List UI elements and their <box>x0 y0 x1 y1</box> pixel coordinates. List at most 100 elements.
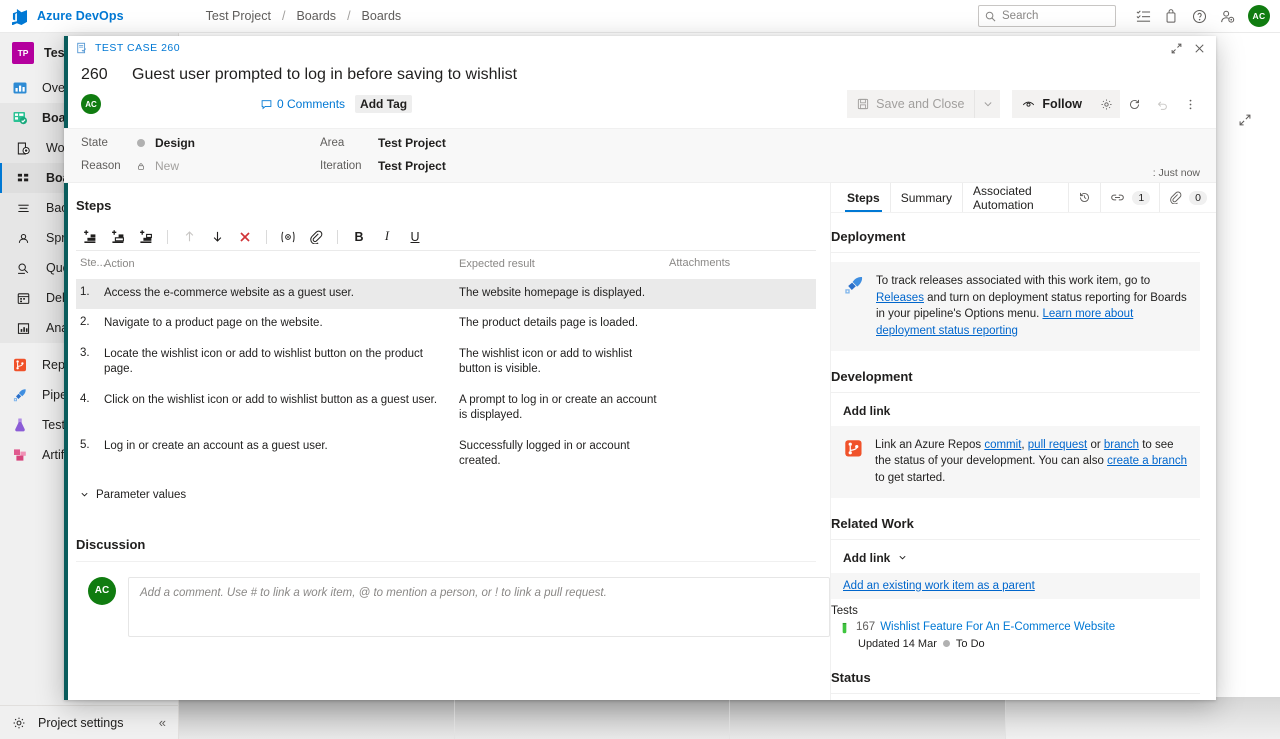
state-field[interactable]: State Design <box>81 135 195 151</box>
undo-icon[interactable] <box>1148 90 1176 118</box>
table-row[interactable]: 4. Click on the wishlist icon or add to … <box>76 386 816 432</box>
parameter-values-toggle[interactable]: Parameter values <box>76 478 830 501</box>
table-row[interactable]: 1. Access the e-commerce website as a gu… <box>76 279 816 310</box>
reason-field[interactable]: Reason New <box>81 158 195 174</box>
move-down-icon[interactable] <box>203 224 231 250</box>
table-row[interactable]: 5. Log in or create an account as a gues… <box>76 432 816 478</box>
step-attachments[interactable] <box>669 347 816 378</box>
attach-file-icon[interactable] <box>302 224 330 250</box>
releases-link[interactable]: Releases <box>876 292 924 304</box>
step-number: 2. <box>76 316 104 332</box>
work-item-settings-gear-icon[interactable] <box>1092 90 1120 118</box>
step-attachments[interactable] <box>669 439 816 470</box>
toolbar-divider <box>167 230 168 244</box>
underline-icon[interactable]: U <box>401 224 429 250</box>
related-item-updated: Updated 14 Mar <box>858 638 937 650</box>
follow-icon <box>1022 98 1035 111</box>
discussion-input-row: AC Add a comment. Use # to link a work i… <box>76 562 830 637</box>
step-action[interactable]: Log in or create an account as a guest u… <box>104 439 459 470</box>
insert-shared-step-icon[interactable] <box>104 224 132 250</box>
related-work-section: Related Work Add link Add an existing wo… <box>831 516 1200 650</box>
status-heading: Status <box>831 670 1200 685</box>
tab-associated-automation[interactable]: Associated Automation <box>963 183 1069 212</box>
work-item-meta-row: AC 0 Comments Add Tag Save and Close <box>64 84 1216 128</box>
save-options-chevron-down-icon[interactable] <box>974 90 1000 118</box>
area-field[interactable]: Area Test Project <box>320 135 446 151</box>
branch-link[interactable]: branch <box>1104 439 1139 451</box>
column-header-action: Action <box>104 257 459 272</box>
step-expected-result[interactable]: The website homepage is displayed. <box>459 286 669 302</box>
development-add-link-button[interactable]: Add link <box>831 402 1200 426</box>
step-attachments[interactable] <box>669 286 816 302</box>
follow-label: Follow <box>1042 97 1082 111</box>
pull-request-link[interactable]: pull request <box>1028 439 1087 451</box>
dialog-window-controls <box>1170 42 1216 55</box>
discussion-avatar[interactable]: AC <box>88 577 116 605</box>
toolbar-divider <box>266 230 267 244</box>
related-item-title[interactable]: Wishlist Feature For An E-Commerce Websi… <box>880 621 1115 633</box>
step-number: 4. <box>76 393 104 424</box>
tab-links[interactable]: 1 <box>1101 183 1160 212</box>
reason-value: New <box>155 159 179 173</box>
related-item-id: 167 <box>856 621 875 633</box>
step-expected-result[interactable]: Successfully logged in or account create… <box>459 439 669 470</box>
insert-step-after-icon[interactable] <box>132 224 160 250</box>
related-item-meta: Updated 14 Mar To Do <box>831 638 1200 650</box>
column-header-step: Ste... <box>76 257 104 272</box>
tab-attachments[interactable]: 0 <box>1160 183 1216 212</box>
links-icon <box>1110 191 1125 204</box>
related-work-add-link-button[interactable]: Add link <box>831 549 1200 573</box>
pipelines-icon <box>843 274 865 340</box>
add-tag-button[interactable]: Add Tag <box>355 95 412 113</box>
discussion-heading: Discussion <box>76 501 830 552</box>
column-header-attachments: Attachments <box>669 257 816 272</box>
step-attachments[interactable] <box>669 316 816 332</box>
step-attachments[interactable] <box>669 393 816 424</box>
table-row[interactable]: 2. Navigate to a product page on the web… <box>76 309 816 340</box>
underline-label: U <box>410 230 419 244</box>
insert-parameter-icon[interactable] <box>274 224 302 250</box>
details-rail: Deployment To track releases associated … <box>831 213 1216 700</box>
step-action[interactable]: Locate the wishlist icon or add to wishl… <box>104 347 459 378</box>
step-action[interactable]: Access the e-commerce website as a guest… <box>104 286 459 302</box>
delete-step-icon[interactable] <box>231 224 259 250</box>
tab-history[interactable] <box>1069 183 1101 212</box>
steps-table-header: Ste... Action Expected result Attachment… <box>76 251 816 279</box>
iteration-field[interactable]: Iteration Test Project <box>320 158 446 174</box>
details-pane: Steps Summary Associated Automation 1 <box>830 183 1216 700</box>
attachments-count-badge: 0 <box>1189 191 1207 205</box>
table-row[interactable]: 3. Locate the wishlist icon or add to wi… <box>76 340 816 386</box>
list-item[interactable]: 167 Wishlist Feature For An E-Commerce W… <box>831 621 1200 637</box>
refresh-icon[interactable] <box>1120 90 1148 118</box>
tab-steps[interactable]: Steps <box>837 183 891 212</box>
chevron-down-icon <box>80 490 89 499</box>
step-expected-result[interactable]: The product details page is loaded. <box>459 316 669 332</box>
maximize-icon[interactable] <box>1170 42 1183 55</box>
move-up-icon[interactable] <box>175 224 203 250</box>
create-a-branch-link[interactable]: create a branch <box>1107 455 1187 467</box>
commit-link[interactable]: commit <box>984 439 1021 451</box>
save-and-close-button[interactable]: Save and Close <box>847 90 974 118</box>
dialog-breadcrumb[interactable]: TEST CASE 260 <box>95 42 180 54</box>
step-action[interactable]: Navigate to a product page on the websit… <box>104 316 459 332</box>
close-icon[interactable] <box>1193 42 1206 55</box>
parameter-values-label: Parameter values <box>96 489 186 501</box>
add-existing-parent-link[interactable]: Add an existing work item as a parent <box>843 580 1035 592</box>
work-item-title[interactable]: Guest user prompted to log in before sav… <box>132 66 517 84</box>
tab-summary[interactable]: Summary <box>891 183 963 212</box>
follow-button[interactable]: Follow <box>1012 90 1092 118</box>
bold-icon[interactable]: B <box>345 224 373 250</box>
italic-icon[interactable]: I <box>373 224 401 250</box>
reason-label: Reason <box>81 160 137 172</box>
comments-link[interactable]: 0 Comments <box>261 97 345 111</box>
insert-step-icon[interactable] <box>76 224 104 250</box>
steps-toolbar: B I U <box>76 223 816 251</box>
deployment-heading: Deployment <box>831 229 1200 244</box>
comment-input[interactable]: Add a comment. Use # to link a work item… <box>128 577 830 637</box>
assigned-to-avatar[interactable]: AC <box>81 94 101 114</box>
toolbar-divider <box>337 230 338 244</box>
step-expected-result[interactable]: A prompt to log in or create an account … <box>459 393 669 424</box>
step-action[interactable]: Click on the wishlist icon or add to wis… <box>104 393 459 424</box>
more-options-icon[interactable] <box>1176 90 1204 118</box>
step-expected-result[interactable]: The wishlist icon or add to wishlist but… <box>459 347 669 378</box>
